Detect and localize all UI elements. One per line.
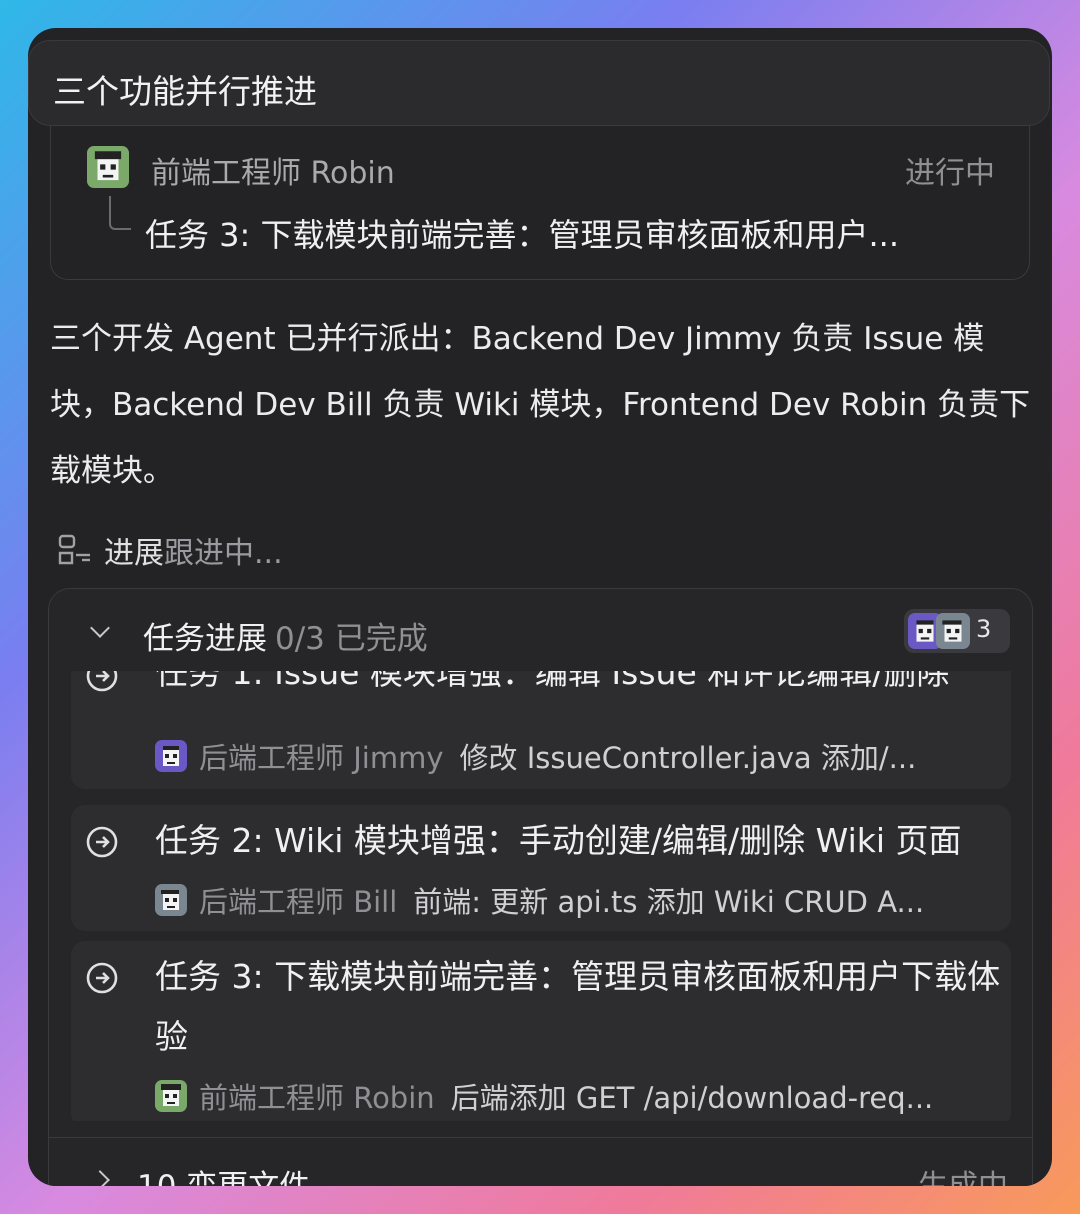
assistant-message: 三个开发 Agent 已并行派出：Backend Dev Jimmy 负责 Is…	[50, 321, 1031, 489]
task-title: 任务 2: Wiki 模块增强：手动创建/编辑/删除 Wiki 页面	[155, 821, 962, 860]
progress-label: 进展	[104, 536, 164, 571]
task-panel-title: 任务进展 0/3 已完成	[143, 613, 428, 658]
agent-name: 前端工程师 Robin	[151, 156, 395, 191]
task-item[interactable]: 任务 1: Issue 模块增强：编辑 Issue 和评论编辑/删除 后端工程师…	[71, 671, 1011, 789]
robin-avatar-icon	[155, 1080, 187, 1112]
task-title: 任务 3: 下载模块前端完善：管理员审核面板和用户下载体验	[155, 957, 1001, 1056]
changed-files-row[interactable]: 10 变更文件 生成中	[49, 1137, 1032, 1186]
tree-connector	[109, 196, 131, 230]
agent-status: 进行中	[905, 156, 995, 191]
chevron-down-icon[interactable]	[90, 618, 110, 638]
agent-count: 3	[976, 615, 992, 643]
changed-files-label: 10 变更文件	[137, 1161, 310, 1186]
task-progress-panel: 任务进展 0/3 已完成 3 任务 1: Issue 模块增强：编辑 Issue …	[48, 588, 1033, 1186]
agent-avatar-stack[interactable]: 3	[904, 609, 1010, 653]
jimmy-avatar-icon	[155, 740, 187, 772]
tracking-icon	[58, 534, 90, 565]
task-assignee: 前端工程师 Robin	[199, 1081, 435, 1115]
task-assignee: 后端工程师 Jimmy	[199, 741, 444, 775]
arrow-circle-icon	[86, 962, 118, 994]
progress-sublabel: 跟进中...	[164, 536, 283, 571]
task-assignee: 后端工程师 Bill	[199, 885, 398, 919]
thread-header[interactable]: 三个功能并行推进	[28, 40, 1050, 126]
task-item[interactable]: 任务 2: Wiki 模块增强：手动创建/编辑/删除 Wiki 页面 后端工程师…	[71, 805, 1011, 931]
chevron-right-icon[interactable]	[90, 1170, 110, 1186]
task-title: 任务 1: Issue 模块增强：编辑 Issue 和评论编辑/删除	[155, 671, 950, 692]
task-activity: 前端: 更新 api.ts 添加 Wiki CRUD A...	[413, 885, 925, 919]
chat-window: 三个功能并行推进 前端工程师 Robin 进行中 任务 3: 下载模块前端完善：…	[28, 28, 1052, 1186]
task-item[interactable]: 任务 3: 下载模块前端完善：管理员审核面板和用户下载体验 前端工程师 Robi…	[71, 941, 1011, 1121]
task-meta: 后端工程师 Bill 前端: 更新 api.ts 添加 Wiki CRUD A.…	[155, 879, 924, 921]
agent-current-task: 任务 3: 下载模块前端完善：管理员审核面板和用户...	[145, 216, 900, 254]
changed-files-status: 生成中	[918, 1161, 1008, 1186]
progress-indicator: 进展 跟进中...	[56, 528, 283, 572]
arrow-circle-icon	[86, 671, 118, 692]
robin-avatar-icon	[87, 146, 129, 188]
task-meta: 前端工程师 Robin 后端添加 GET /api/download-req..…	[155, 1075, 933, 1117]
task-panel-title-text: 任务进展	[143, 621, 267, 657]
task-list[interactable]: 任务 1: Issue 模块增强：编辑 Issue 和评论编辑/删除 后端工程师…	[71, 671, 1011, 1121]
agent-status-card[interactable]: 前端工程师 Robin 进行中 任务 3: 下载模块前端完善：管理员审核面板和用…	[50, 126, 1030, 280]
task-meta: 后端工程师 Jimmy 修改 IssueController.java 添加/.…	[155, 735, 916, 777]
bill-avatar-icon	[155, 884, 187, 916]
thread-title: 三个功能并行推进	[53, 72, 317, 111]
task-activity: 修改 IssueController.java 添加/...	[459, 741, 917, 775]
task-panel-header[interactable]: 任务进展 0/3 已完成 3	[49, 589, 1032, 671]
arrow-circle-icon	[86, 826, 118, 858]
bill-avatar-icon	[936, 613, 970, 649]
task-panel-summary: 0/3 已完成	[275, 621, 428, 657]
task-activity: 后端添加 GET /api/download-req...	[450, 1081, 934, 1115]
